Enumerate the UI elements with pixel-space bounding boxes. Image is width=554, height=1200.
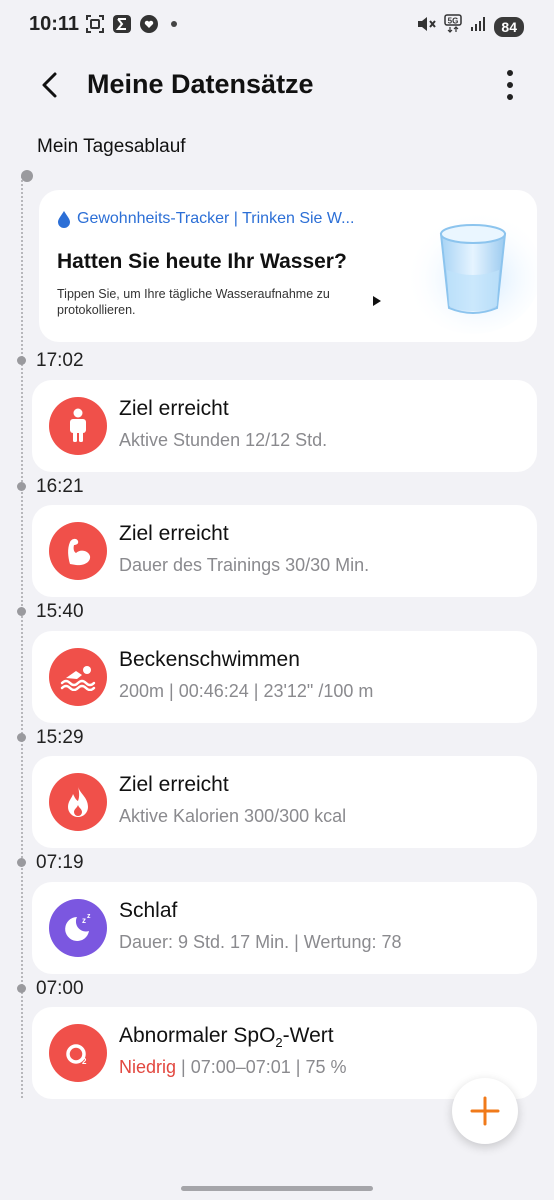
- play-icon: [372, 294, 382, 306]
- status-time: 10:11: [29, 13, 80, 35]
- water-glass-image: [399, 200, 537, 335]
- entry-title-subscript: 2: [275, 1035, 283, 1051]
- entry-subtitle: Dauer des Trainings 30/30 Min.: [119, 555, 370, 575]
- flame-icon: [68, 786, 88, 817]
- timeline-dot: [17, 482, 26, 491]
- entry-title: Ziel erreicht: [119, 397, 229, 420]
- entry-time: 16:21: [36, 476, 84, 497]
- more-vertical-icon: [507, 70, 513, 100]
- entry-subtitle-rest: | 07:00–07:01 | 75 %: [176, 1057, 347, 1077]
- timeline-dot: [17, 356, 26, 365]
- timeline-start-dot: [21, 170, 33, 182]
- add-record-button[interactable]: [452, 1078, 518, 1144]
- entry-time: 07:19: [36, 852, 84, 873]
- entry-card-sleep[interactable]: zz Schlaf Dauer: 9 Std. 17 Min. | Wertun…: [32, 882, 537, 974]
- timeline-dot: [17, 858, 26, 867]
- home-indicator[interactable]: [181, 1186, 373, 1191]
- svg-text:z: z: [82, 916, 86, 925]
- svg-text:2: 2: [82, 1057, 87, 1066]
- section-label: Mein Tagesablauf: [37, 136, 186, 157]
- entry-card-active-hours[interactable]: Ziel erreicht Aktive Stunden 12/12 Std.: [32, 380, 537, 472]
- entry-title-prefix: Abnormaler SpO: [119, 1024, 276, 1047]
- entry-time: 17:02: [36, 350, 84, 371]
- mute-icon: [416, 15, 437, 38]
- battery-indicator: 84: [494, 16, 524, 37]
- habit-tag-text: Gewohnheits-Tracker | Trinken Sie W...: [77, 210, 355, 227]
- status-bar: 10:11 5G 84: [0, 0, 554, 52]
- entry-subtitle: Dauer: 9 Std. 17 Min. | Wertung: 78: [119, 932, 402, 952]
- 5g-icon: 5G: [444, 14, 463, 39]
- habit-title: Hatten Sie heute Ihr Wasser?: [57, 250, 347, 273]
- back-arrow-icon: [42, 72, 57, 98]
- back-button[interactable]: [36, 70, 66, 100]
- svg-text:z: z: [87, 913, 91, 920]
- entry-card-workout-duration[interactable]: Ziel erreicht Dauer des Trainings 30/30 …: [32, 505, 537, 597]
- entry-time: 07:00: [36, 978, 84, 999]
- timeline-dot: [17, 607, 26, 616]
- water-drop-icon: [58, 211, 70, 228]
- entry-title: Abnormaler SpO2-Wert: [119, 1024, 334, 1050]
- entry-subtitle: 200m | 00:46:24 | 23'12" /100 m: [119, 681, 374, 701]
- entry-icon-bg: [49, 648, 107, 706]
- svg-text:5G: 5G: [448, 17, 459, 26]
- entry-icon-bg: [49, 773, 107, 831]
- status-low-text: Niedrig: [119, 1057, 177, 1077]
- entry-card-active-calories[interactable]: Ziel erreicht Aktive Kalorien 300/300 kc…: [32, 756, 537, 848]
- swimmer-icon: [60, 666, 96, 691]
- signal-icon: [470, 16, 486, 37]
- entry-time: 15:40: [36, 601, 84, 622]
- timeline-line: [21, 176, 23, 1098]
- entry-icon-bg: [49, 397, 107, 455]
- habit-tracker-card[interactable]: Gewohnheits-Tracker | Trinken Sie W... H…: [39, 190, 537, 342]
- plus-icon: [470, 1096, 500, 1126]
- habit-description: Tippen Sie, um Ihre tägliche Wasseraufna…: [57, 287, 330, 317]
- bicep-arm-icon: [68, 538, 91, 566]
- app-header: Meine Datensätze: [0, 60, 554, 112]
- oxygen-icon: 2: [66, 1044, 87, 1066]
- entry-icon-bg: zz: [49, 899, 107, 957]
- page-title: Meine Datensätze: [87, 69, 314, 99]
- entry-title: Schlaf: [119, 899, 178, 922]
- screenshot-icon: [86, 15, 104, 33]
- timeline-dot: [17, 984, 26, 993]
- habit-tag: Gewohnheits-Tracker | Trinken Sie W...: [57, 210, 354, 228]
- entry-title: Beckenschwimmen: [119, 648, 300, 671]
- more-options-button[interactable]: [498, 68, 522, 102]
- entry-time: 15:29: [36, 727, 84, 748]
- entry-subtitle: Aktive Stunden 12/12 Std.: [119, 430, 328, 450]
- entry-subtitle: Aktive Kalorien 300/300 kcal: [119, 806, 347, 826]
- sigma-app-icon: [113, 15, 131, 33]
- timeline-dot: [17, 733, 26, 742]
- person-standing-icon: [70, 408, 86, 442]
- health-heart-icon: [140, 15, 158, 33]
- entry-title-suffix: -Wert: [282, 1024, 334, 1047]
- entry-icon-bg: 2: [49, 1024, 107, 1082]
- notification-dot: [171, 21, 177, 27]
- entry-subtitle: Niedrig | 07:00–07:01 | 75 %: [119, 1057, 347, 1078]
- entry-title: Ziel erreicht: [119, 522, 229, 545]
- moon-sleep-icon: zz: [65, 913, 91, 941]
- entry-card-spo2[interactable]: 2 Abnormaler SpO2-Wert Niedrig | 07:00–0…: [32, 1007, 537, 1099]
- entry-title: Ziel erreicht: [119, 773, 229, 796]
- entry-card-swimming[interactable]: Beckenschwimmen 200m | 00:46:24 | 23'12"…: [32, 631, 537, 723]
- entry-icon-bg: [49, 522, 107, 580]
